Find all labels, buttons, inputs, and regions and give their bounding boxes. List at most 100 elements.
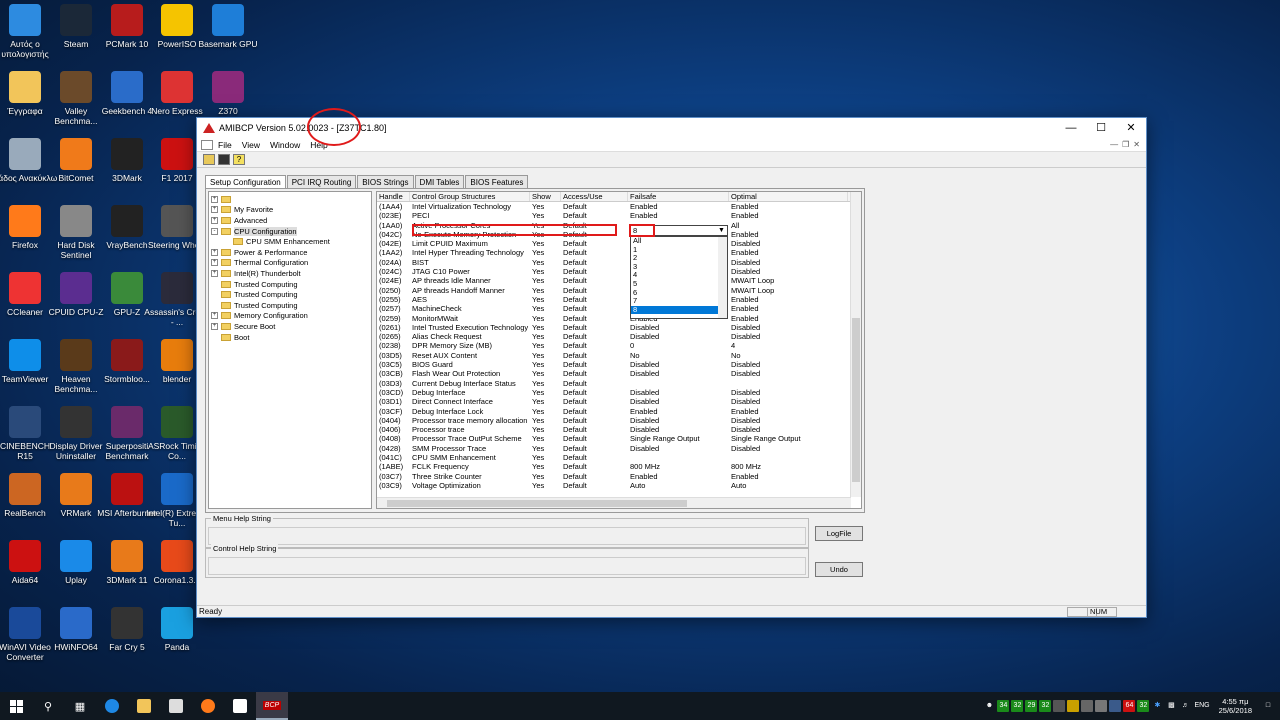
bluetooth-icon[interactable]: ✱ <box>1151 700 1163 712</box>
grid-horizontal-scrollbar[interactable] <box>377 497 851 508</box>
tray-icon-c[interactable] <box>1081 700 1094 712</box>
tree-node[interactable]: + <box>211 194 371 205</box>
table-row[interactable]: (03C5) BIOS Guard Yes Default Disabled Disabl… <box>377 360 861 369</box>
clock[interactable]: 4:55 πμ 25/6/2018 <box>1219 697 1252 715</box>
dropdown-option[interactable]: 2 <box>631 254 718 263</box>
tray-temp-1[interactable]: 34 <box>997 700 1010 712</box>
tree-node[interactable]: Boot <box>211 332 371 343</box>
expand-icon[interactable]: + <box>211 322 218 330</box>
notifications-icon[interactable]: □ <box>1262 700 1274 712</box>
table-row[interactable]: (0238) DPR Memory Size (MB) Yes Default 0 4 <box>377 341 861 350</box>
mdi-restore-button[interactable]: ❐ <box>1122 140 1129 149</box>
dropdown-option[interactable]: All <box>631 236 718 246</box>
expand-icon[interactable]: + <box>211 216 218 224</box>
save-icon[interactable] <box>218 154 230 165</box>
expand-icon[interactable]: + <box>211 248 218 256</box>
table-row[interactable]: (023E) PECI Yes Default Enabled Enabled <box>377 211 861 220</box>
table-row[interactable]: (0404) Processor trace memory allocation Y… <box>377 416 861 425</box>
tray-icon-d[interactable] <box>1095 700 1108 712</box>
table-row[interactable]: (0255) AES Yes Default Enabled <box>377 295 861 304</box>
undo-button[interactable]: Undo <box>815 562 863 577</box>
tray-temp-3[interactable]: 29 <box>1025 700 1038 712</box>
table-row[interactable]: (0408) Processor Trace OutPut Scheme Yes De… <box>377 434 861 443</box>
dropdown-option[interactable]: 6 <box>631 288 718 298</box>
close-button[interactable]: ✕ <box>1116 118 1146 138</box>
collapse-icon[interactable]: - <box>211 227 218 235</box>
dropdown-option[interactable]: 3 <box>631 262 718 272</box>
menu-help-field[interactable] <box>208 527 806 545</box>
table-row[interactable]: (042E) Limit CPUID Maximum Yes Default Disab… <box>377 239 861 248</box>
dropdown-option[interactable]: 5 <box>631 279 718 289</box>
open-folder-icon[interactable] <box>203 154 215 165</box>
tray-aida-32[interactable]: 32 <box>1137 700 1150 712</box>
table-row[interactable]: (1AA2) Intel Hyper Threading Technology Ye… <box>377 248 861 257</box>
taskbar-mail[interactable] <box>224 692 256 720</box>
help-icon[interactable]: ? <box>233 154 245 165</box>
table-row[interactable]: (024C) JTAG C10 Power Yes Default Disabled <box>377 267 861 276</box>
col-access-use[interactable]: Access/Use <box>561 192 628 201</box>
desktop-shortcut-basemark[interactable]: Basemark GPU <box>195 0 261 64</box>
taskbar-store[interactable] <box>160 692 192 720</box>
grid-vertical-scrollbar[interactable] <box>850 192 861 497</box>
table-row[interactable]: (024E) AP threads Idle Manner Yes Default MW… <box>377 276 861 285</box>
task-view-button[interactable]: ▦ <box>64 692 96 720</box>
table-row[interactable]: (03CD) Debug Interface Yes Default Disabled D… <box>377 388 861 397</box>
expand-icon[interactable]: + <box>211 259 218 267</box>
col-failsafe[interactable]: Failsafe <box>628 192 729 201</box>
logfile-button[interactable]: LogFile <box>815 526 863 541</box>
table-row[interactable]: (03C7) Three Strike Counter Yes Default Enab… <box>377 472 861 481</box>
tray-aida-64[interactable]: 64 <box>1123 700 1136 712</box>
table-row[interactable]: (0428) SMM Processor Trace Yes Default Disab… <box>377 444 861 453</box>
people-icon[interactable]: ☻ <box>983 700 995 712</box>
table-row[interactable]: (0257) MachineCheck Yes Default Enabled <box>377 304 861 313</box>
setup-tree[interactable]: + + My Favorite + Advanced - CPU Configuration… <box>208 191 372 509</box>
taskbar-explorer[interactable] <box>128 692 160 720</box>
dropdown-option[interactable]: 1 <box>631 245 718 255</box>
table-row[interactable]: (0259)MonitorMWaitYesDefaultEnabledEnabl… <box>377 314 861 323</box>
menu-file[interactable]: File <box>213 140 237 150</box>
table-row[interactable]: (03CF) Debug Interface Lock Yes Default Enab… <box>377 407 861 416</box>
horizontal-scroll-thumb[interactable] <box>387 500 687 507</box>
expand-icon[interactable]: + <box>211 206 218 214</box>
tab-dmi-tables[interactable]: DMI Tables <box>414 175 465 188</box>
taskbar-edge[interactable] <box>96 692 128 720</box>
tree-node[interactable]: CPU SMM Enhancement <box>211 236 371 247</box>
table-row[interactable]: (0265) Alias Check Request Yes Default Disab… <box>377 332 861 341</box>
tree-node[interactable]: - CPU Configuration <box>211 226 371 237</box>
taskbar-firefox[interactable] <box>192 692 224 720</box>
mdi-close-button[interactable]: ✕ <box>1133 140 1140 149</box>
table-row[interactable]: (0261) Intel Trusted Execution Technology… <box>377 323 861 332</box>
maximize-button[interactable]: ☐ <box>1086 118 1116 138</box>
col-show[interactable]: Show <box>530 192 561 201</box>
menu-view[interactable]: View <box>237 140 265 150</box>
col-control-group[interactable]: Control Group Structures <box>410 192 530 201</box>
tree-node[interactable]: + My Favorite <box>211 205 371 216</box>
failsafe-dropdown-list[interactable]: All 1 2 3 4 5 6 7 8 <box>630 236 728 319</box>
table-row[interactable]: (03D1) Direct Connect Interface Yes Default… <box>377 397 861 406</box>
tree-node[interactable]: Trusted Computing <box>211 289 371 300</box>
table-row[interactable]: (041C) CPU SMM Enhancement Yes Default <box>377 453 861 462</box>
menu-window[interactable]: Window <box>265 140 305 150</box>
search-button[interactable]: ⚲ <box>32 692 64 720</box>
mdi-minimize-button[interactable]: — <box>1110 140 1118 149</box>
dropdown-list-scrollbar[interactable] <box>718 237 727 318</box>
tree-node[interactable]: + Power & Performance <box>211 247 371 258</box>
tree-node[interactable]: + Thermal Configuration <box>211 258 371 269</box>
tree-node[interactable]: + Memory Configuration <box>211 311 371 322</box>
tab-bios-strings[interactable]: BIOS Strings <box>357 175 414 188</box>
table-row[interactable]: (1ABE) FCLK Frequency Yes Default 800 MHz 800… <box>377 462 861 471</box>
table-row[interactable]: (03CB) Flash Wear Out Protection Yes Defaul… <box>377 369 861 378</box>
expand-icon[interactable]: + <box>211 269 218 277</box>
tray-icon-e[interactable] <box>1109 700 1122 712</box>
tree-node[interactable]: Trusted Computing <box>211 300 371 311</box>
col-optimal[interactable]: Optimal <box>729 192 848 201</box>
tree-node[interactable]: + Advanced <box>211 215 371 226</box>
table-row[interactable]: (03D5) Reset AUX Content Yes Default No No <box>377 351 861 360</box>
volume-icon[interactable]: ♬ <box>1179 700 1191 712</box>
minimize-button[interactable]: — <box>1056 118 1086 138</box>
start-button[interactable] <box>0 692 32 720</box>
col-handle[interactable]: Handle <box>377 192 410 201</box>
table-row[interactable]: (03C9) Voltage Optimization Yes Default Auto… <box>377 481 861 490</box>
language-indicator[interactable]: ENG <box>1193 700 1210 712</box>
expand-icon[interactable]: + <box>211 195 218 203</box>
